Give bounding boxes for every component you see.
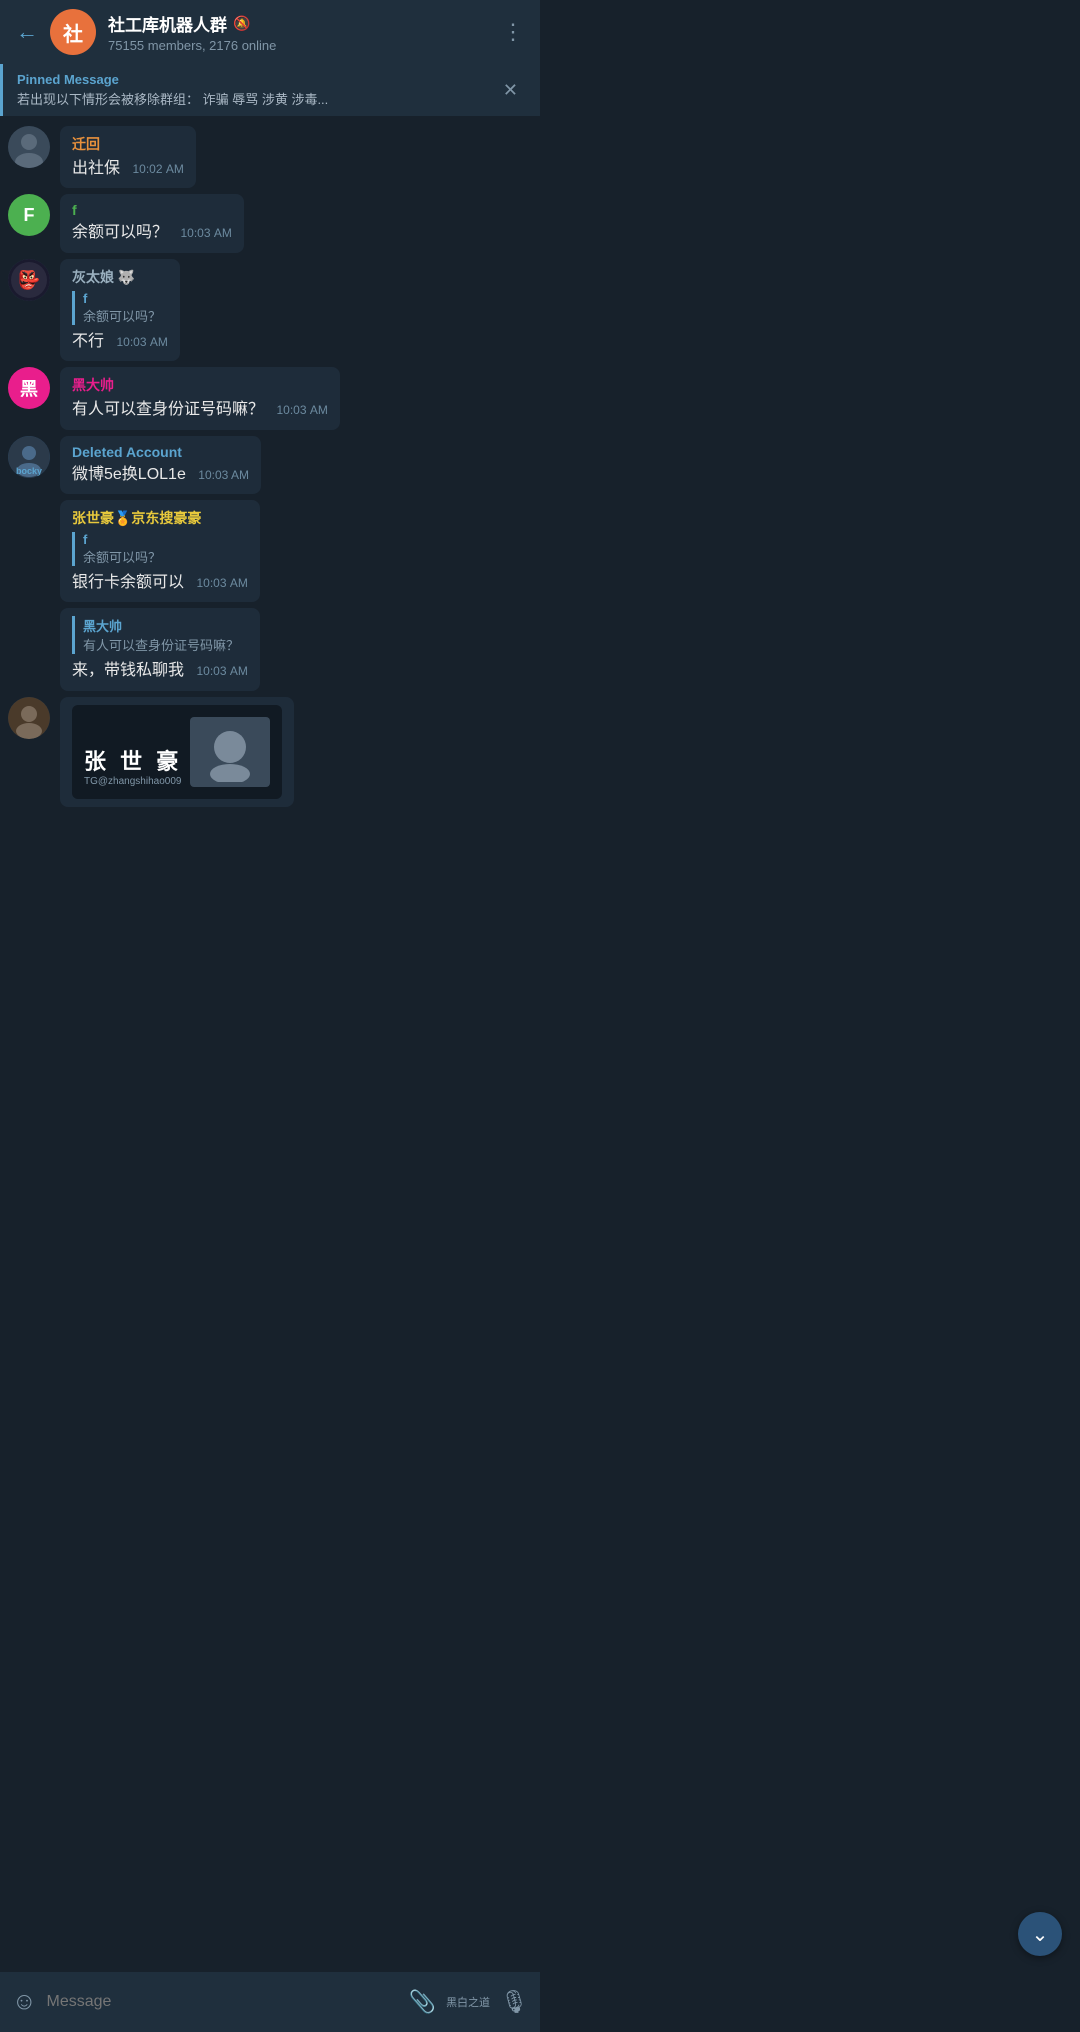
- message-row: 👺 灰太娘 🐺 f 余额可以吗？ 不行 10:03 AM: [8, 259, 532, 361]
- message-row: 张世豪🏅京东搜豪豪 f 余额可以吗？ 银行卡余额可以 10:03 AM: [8, 500, 532, 602]
- message-time: 10:03 AM: [198, 468, 249, 482]
- avatar: [8, 697, 50, 739]
- message-sender: 迁回: [72, 134, 184, 154]
- reply-sender: 黑大帅: [83, 616, 248, 635]
- chat-header: ← 社 社工库机器人群 🔕 75155 members, 2176 online…: [0, 0, 540, 64]
- message-sender: 黑大帅: [72, 375, 328, 395]
- pinned-message-bar[interactable]: Pinned Message 若出现以下情形会被移除群组： 诈骗 辱骂 涉黄 涉…: [0, 64, 540, 116]
- pinned-text: 若出现以下情形会被移除群组： 诈骗 辱骂 涉黄 涉毒...: [17, 89, 328, 108]
- message-time: 10:03 AM: [196, 664, 247, 678]
- group-subtitle: 75155 members, 2176 online: [108, 38, 490, 53]
- svg-text:👺: 👺: [18, 268, 41, 291]
- mic-button[interactable]: 🎙: [500, 1989, 528, 2015]
- sticker-row: 张 世 豪 TG@zhangshihao009: [84, 717, 270, 787]
- message-sender: 张世豪🏅京东搜豪豪: [72, 508, 248, 528]
- pinned-label: Pinned Message: [17, 72, 328, 87]
- mute-icon: 🔕: [233, 15, 250, 32]
- avatar: 黑: [8, 367, 50, 409]
- chat-area: 迁回 出社保 10:02 AM F f 余额可以吗？ 10:03 AM 👺: [0, 118, 540, 885]
- message-row: bocky Deleted Account 微博5e换LOL1e 10:03 A…: [8, 436, 532, 494]
- reply-sender: f: [83, 532, 248, 547]
- message-input[interactable]: [47, 1993, 399, 2011]
- message-sender: f: [72, 202, 232, 218]
- sticker-inner: 张 世 豪 TG@zhangshihao009: [72, 705, 282, 799]
- group-title: 社工库机器人群 🔕: [108, 11, 490, 36]
- reply-quote: 黑大帅 有人可以查身份证号码嘛？: [72, 616, 248, 654]
- more-button[interactable]: ⋮: [502, 19, 524, 45]
- message-sender: Deleted Account: [72, 444, 249, 460]
- sticker-name: 张 世 豪: [84, 744, 182, 776]
- message-row: 黑大帅 有人可以查身份证号码嘛？ 来，带钱私聊我 10:03 AM: [8, 608, 532, 690]
- reply-sender: f: [83, 291, 168, 306]
- message-bubble: 黑大帅 有人可以查身份证号码嘛？ 10:03 AM: [60, 367, 340, 429]
- message-row: 张 世 豪 TG@zhangshihao009: [8, 697, 532, 807]
- message-text: 来，带钱私聊我 10:03 AM: [72, 660, 248, 682]
- watermark-label: 黑白之道: [446, 1994, 490, 2010]
- header-info: 社工库机器人群 🔕 75155 members, 2176 online: [108, 11, 490, 53]
- emoji-button[interactable]: ☺: [12, 1988, 37, 2016]
- message-text: 余额可以吗？ 10:03 AM: [72, 222, 232, 244]
- message-text: 出社保 10:02 AM: [72, 158, 184, 180]
- chevron-down-icon: ⌄: [1032, 1922, 1049, 1947]
- reply-quote: f 余额可以吗？: [72, 532, 248, 566]
- message-text: 银行卡余额可以 10:03 AM: [72, 572, 248, 594]
- message-text: 不行 10:03 AM: [72, 331, 168, 353]
- svg-text:bocky: bocky: [16, 466, 42, 476]
- avatar: [8, 126, 50, 168]
- message-time: 10:03 AM: [196, 576, 247, 590]
- attach-button[interactable]: 📎: [409, 1989, 436, 2015]
- message-time: 10:03 AM: [180, 226, 231, 240]
- back-button[interactable]: ←: [16, 19, 38, 45]
- message-bubble: Deleted Account 微博5e换LOL1e 10:03 AM: [60, 436, 261, 494]
- message-bubble: 张世豪🏅京东搜豪豪 f 余额可以吗？ 银行卡余额可以 10:03 AM: [60, 500, 260, 602]
- message-time: 10:03 AM: [276, 403, 327, 417]
- message-row: 黑 黑大帅 有人可以查身份证号码嘛？ 10:03 AM: [8, 367, 532, 429]
- message-bubble: 黑大帅 有人可以查身份证号码嘛？ 来，带钱私聊我 10:03 AM: [60, 608, 260, 690]
- reply-quote: f 余额可以吗？: [72, 291, 168, 325]
- avatar: F: [8, 194, 50, 236]
- message-sender: 灰太娘 🐺: [72, 267, 168, 287]
- sticker-face: [190, 717, 270, 787]
- message-text: 微博5e换LOL1e 10:03 AM: [72, 464, 249, 486]
- pinned-content: Pinned Message 若出现以下情形会被移除群组： 诈骗 辱骂 涉黄 涉…: [17, 72, 328, 108]
- avatar: bocky: [8, 436, 50, 478]
- message-time: 10:03 AM: [116, 335, 167, 349]
- sticker-message: 张 世 豪 TG@zhangshihao009: [60, 697, 294, 807]
- message-bubble: 迁回 出社保 10:02 AM: [60, 126, 196, 188]
- reply-text: 余额可以吗？: [83, 547, 248, 566]
- message-bubble: f 余额可以吗？ 10:03 AM: [60, 194, 244, 252]
- message-text: 有人可以查身份证号码嘛？ 10:03 AM: [72, 399, 328, 421]
- pinned-close-button[interactable]: ✕: [495, 76, 526, 105]
- message-row: 迁回 出社保 10:02 AM: [8, 126, 532, 188]
- sticker-handle: TG@zhangshihao009: [84, 776, 182, 787]
- message-row: F f 余额可以吗？ 10:03 AM: [8, 194, 532, 252]
- scroll-to-bottom-button[interactable]: ⌄: [1018, 1912, 1062, 1956]
- reply-text: 余额可以吗？: [83, 306, 168, 325]
- message-bubble: 灰太娘 🐺 f 余额可以吗？ 不行 10:03 AM: [60, 259, 180, 361]
- reply-text: 有人可以查身份证号码嘛？: [83, 635, 248, 654]
- message-input-bar: ☺ 📎 黑白之道 🎙: [0, 1972, 540, 2032]
- group-avatar: 社: [50, 9, 96, 55]
- avatar: 👺: [8, 259, 50, 301]
- message-time: 10:02 AM: [132, 162, 183, 176]
